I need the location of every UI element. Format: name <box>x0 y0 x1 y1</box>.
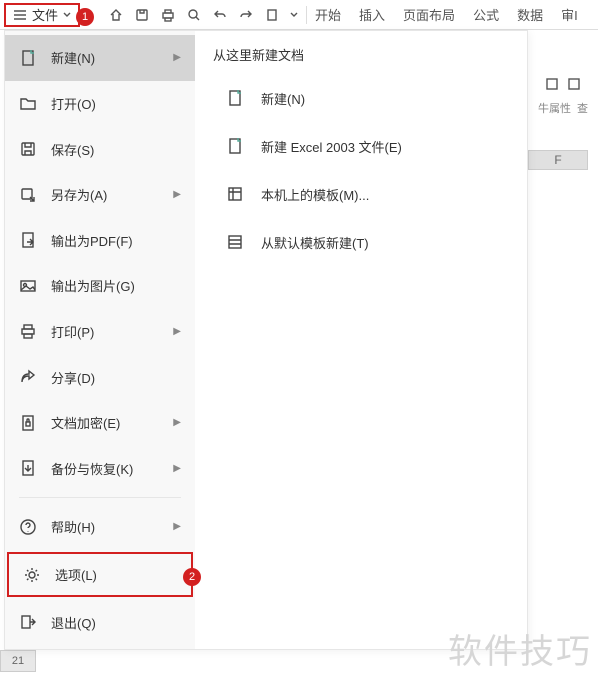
tab-review[interactable]: 审I <box>561 5 578 24</box>
chevron-right-icon: ▶ <box>173 52 181 63</box>
menu-right-panel: 从这里新建文档 新建(N) 新建 Excel 2003 文件(E) 本机上的模板… <box>195 31 527 649</box>
menu-item-open[interactable]: 打开(O) <box>5 81 195 127</box>
label: 输出为PDF(F) <box>51 231 133 250</box>
redo-icon[interactable] <box>238 7 254 23</box>
export-image-icon <box>19 277 37 295</box>
menu-item-save[interactable]: 保存(S) <box>5 126 195 172</box>
label: 另存为(A) <box>51 185 107 204</box>
menu-item-new[interactable]: 新建(N) ▶ <box>5 35 195 81</box>
tab-data[interactable]: 数据 <box>517 5 543 24</box>
label: 保存(S) <box>51 140 94 159</box>
menu-item-exit[interactable]: 退出(Q) <box>5 599 195 645</box>
label: 输出为图片(G) <box>51 276 135 295</box>
label: 选项(L) <box>55 565 97 584</box>
label: 分享(D) <box>51 368 95 387</box>
chevron-down-icon <box>62 7 72 23</box>
file-label: 文件 <box>32 5 58 24</box>
row-header-21[interactable]: 21 <box>0 650 36 672</box>
sub-new-blank[interactable]: 新建(N) <box>205 78 517 118</box>
backup-icon <box>19 459 37 477</box>
folder-open-icon <box>19 94 37 112</box>
hamburger-icon <box>12 7 28 23</box>
menu-item-exportpdf[interactable]: 输出为PDF(F) <box>5 217 195 263</box>
label: 新建 Excel 2003 文件(E) <box>261 137 402 156</box>
file-menu-popup: 新建(N) ▶ 打开(O) 保存(S) 另存为(A) ▶ 输出为PDF(F) 输… <box>4 30 528 650</box>
chevron-right-icon: ▶ <box>173 521 181 532</box>
exit-icon <box>19 613 37 631</box>
label: 本机上的模板(M)... <box>261 185 369 204</box>
paste-icon[interactable] <box>264 7 280 23</box>
menu-item-exportimg[interactable]: 输出为图片(G) <box>5 263 195 309</box>
ribbon-tabs: 开始 插入 页面布局 公式 数据 审I <box>315 5 578 24</box>
file-new-icon <box>19 49 37 67</box>
props-label: 牛属性 <box>538 100 571 116</box>
label: 打印(P) <box>51 322 94 341</box>
label: 新建(N) <box>261 89 305 108</box>
tab-formula[interactable]: 公式 <box>473 5 499 24</box>
chevron-right-icon: ▶ <box>173 417 181 428</box>
menu-item-encrypt[interactable]: 文档加密(E) ▶ <box>5 400 195 446</box>
chevron-right-icon: ▶ <box>173 189 181 200</box>
chevron-right-icon: ▶ <box>173 463 181 474</box>
export-pdf-icon <box>19 231 37 249</box>
help-icon <box>19 518 37 536</box>
save-icon <box>19 140 37 158</box>
template-default-icon <box>225 232 245 252</box>
menu-item-print[interactable]: 打印(P) ▶ <box>5 309 195 355</box>
settings-icon <box>23 566 41 584</box>
sub-default-template[interactable]: 从默认模板新建(T) <box>205 222 517 262</box>
menu-left-panel: 新建(N) ▶ 打开(O) 保存(S) 另存为(A) ▶ 输出为PDF(F) 输… <box>5 31 195 649</box>
dropdown-icon[interactable] <box>290 7 298 23</box>
find-icon[interactable] <box>566 76 582 92</box>
properties-icon[interactable] <box>544 76 560 92</box>
col-header-f[interactable]: F <box>528 150 588 170</box>
top-toolbar: 文件 1 开始 插入 页面布局 公式 数据 审I <box>0 0 598 30</box>
undo-icon[interactable] <box>212 7 228 23</box>
chevron-right-icon: ▶ <box>173 326 181 337</box>
label: 打开(O) <box>51 94 96 113</box>
submenu-title: 从这里新建文档 <box>205 45 517 64</box>
label: 退出(Q) <box>51 613 96 632</box>
label: 新建(N) <box>51 48 95 67</box>
menu-item-share[interactable]: 分享(D) <box>5 354 195 400</box>
label: 备份与恢复(K) <box>51 459 133 478</box>
divider <box>306 6 307 24</box>
save-icon[interactable] <box>134 7 150 23</box>
quick-access <box>108 7 298 23</box>
view-label: 查 <box>577 100 588 116</box>
annotation-badge-2: 2 <box>183 568 201 586</box>
menu-item-saveas[interactable]: 另存为(A) ▶ <box>5 172 195 218</box>
annotation-badge-1: 1 <box>76 8 94 26</box>
ribbon-right: 牛属性 查 <box>528 30 598 130</box>
tab-start[interactable]: 开始 <box>315 5 341 24</box>
tab-insert[interactable]: 插入 <box>359 5 385 24</box>
file-xls-icon <box>225 136 245 156</box>
preview-icon[interactable] <box>186 7 202 23</box>
label: 文档加密(E) <box>51 413 120 432</box>
tab-pagelayout[interactable]: 页面布局 <box>403 5 455 24</box>
label: 帮助(H) <box>51 517 95 536</box>
menu-item-backup[interactable]: 备份与恢复(K) ▶ <box>5 445 195 491</box>
template-local-icon <box>225 184 245 204</box>
file-menu-button[interactable]: 文件 1 <box>4 3 80 27</box>
share-icon <box>19 368 37 386</box>
menu-item-options[interactable]: 选项(L) 2 <box>7 552 193 598</box>
file-new-icon <box>225 88 245 108</box>
separator <box>19 497 181 498</box>
sub-local-template[interactable]: 本机上的模板(M)... <box>205 174 517 214</box>
home-icon[interactable] <box>108 7 124 23</box>
print-icon <box>19 322 37 340</box>
encrypt-icon <box>19 414 37 432</box>
sub-new-excel2003[interactable]: 新建 Excel 2003 文件(E) <box>205 126 517 166</box>
submenu-list: 新建(N) 新建 Excel 2003 文件(E) 本机上的模板(M)... 从… <box>205 78 517 262</box>
save-as-icon <box>19 186 37 204</box>
print-icon[interactable] <box>160 7 176 23</box>
label: 从默认模板新建(T) <box>261 233 369 252</box>
menu-item-help[interactable]: 帮助(H) ▶ <box>5 504 195 550</box>
